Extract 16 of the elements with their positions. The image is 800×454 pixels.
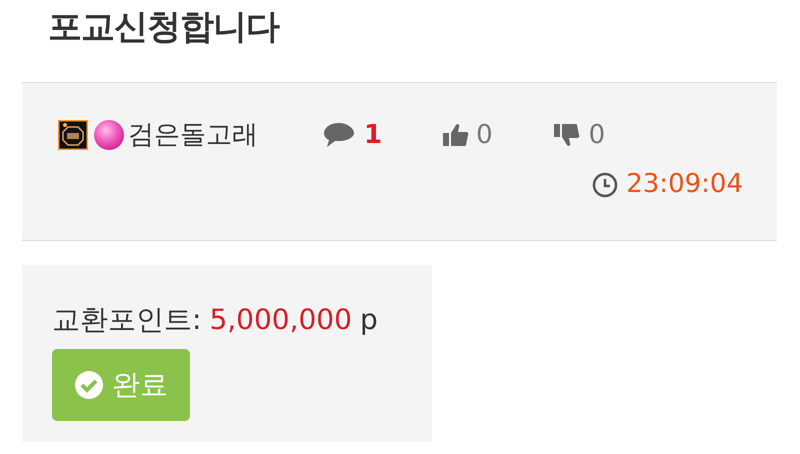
author-name[interactable]: 검은돌고래 [128, 116, 258, 154]
points-label: 교환포인트: [52, 302, 202, 338]
clock-icon [592, 172, 618, 198]
speech-bubble-icon [322, 121, 356, 149]
thumbs-up-icon [442, 121, 470, 149]
level-badge-icon [58, 120, 88, 150]
points-value: 5,000,000 [209, 302, 352, 338]
post-time: 23:09:04 [626, 168, 743, 201]
glossy-orb-icon [93, 119, 125, 151]
thumbs-down-icon [552, 121, 581, 149]
like-count: 0 [476, 118, 493, 152]
dislike-count: 0 [588, 118, 606, 152]
check-circle-icon [74, 370, 104, 400]
post-title: 포교신청합니다 [48, 6, 279, 49]
points-unit: p [360, 302, 378, 338]
comment-count: 1 [364, 118, 382, 152]
